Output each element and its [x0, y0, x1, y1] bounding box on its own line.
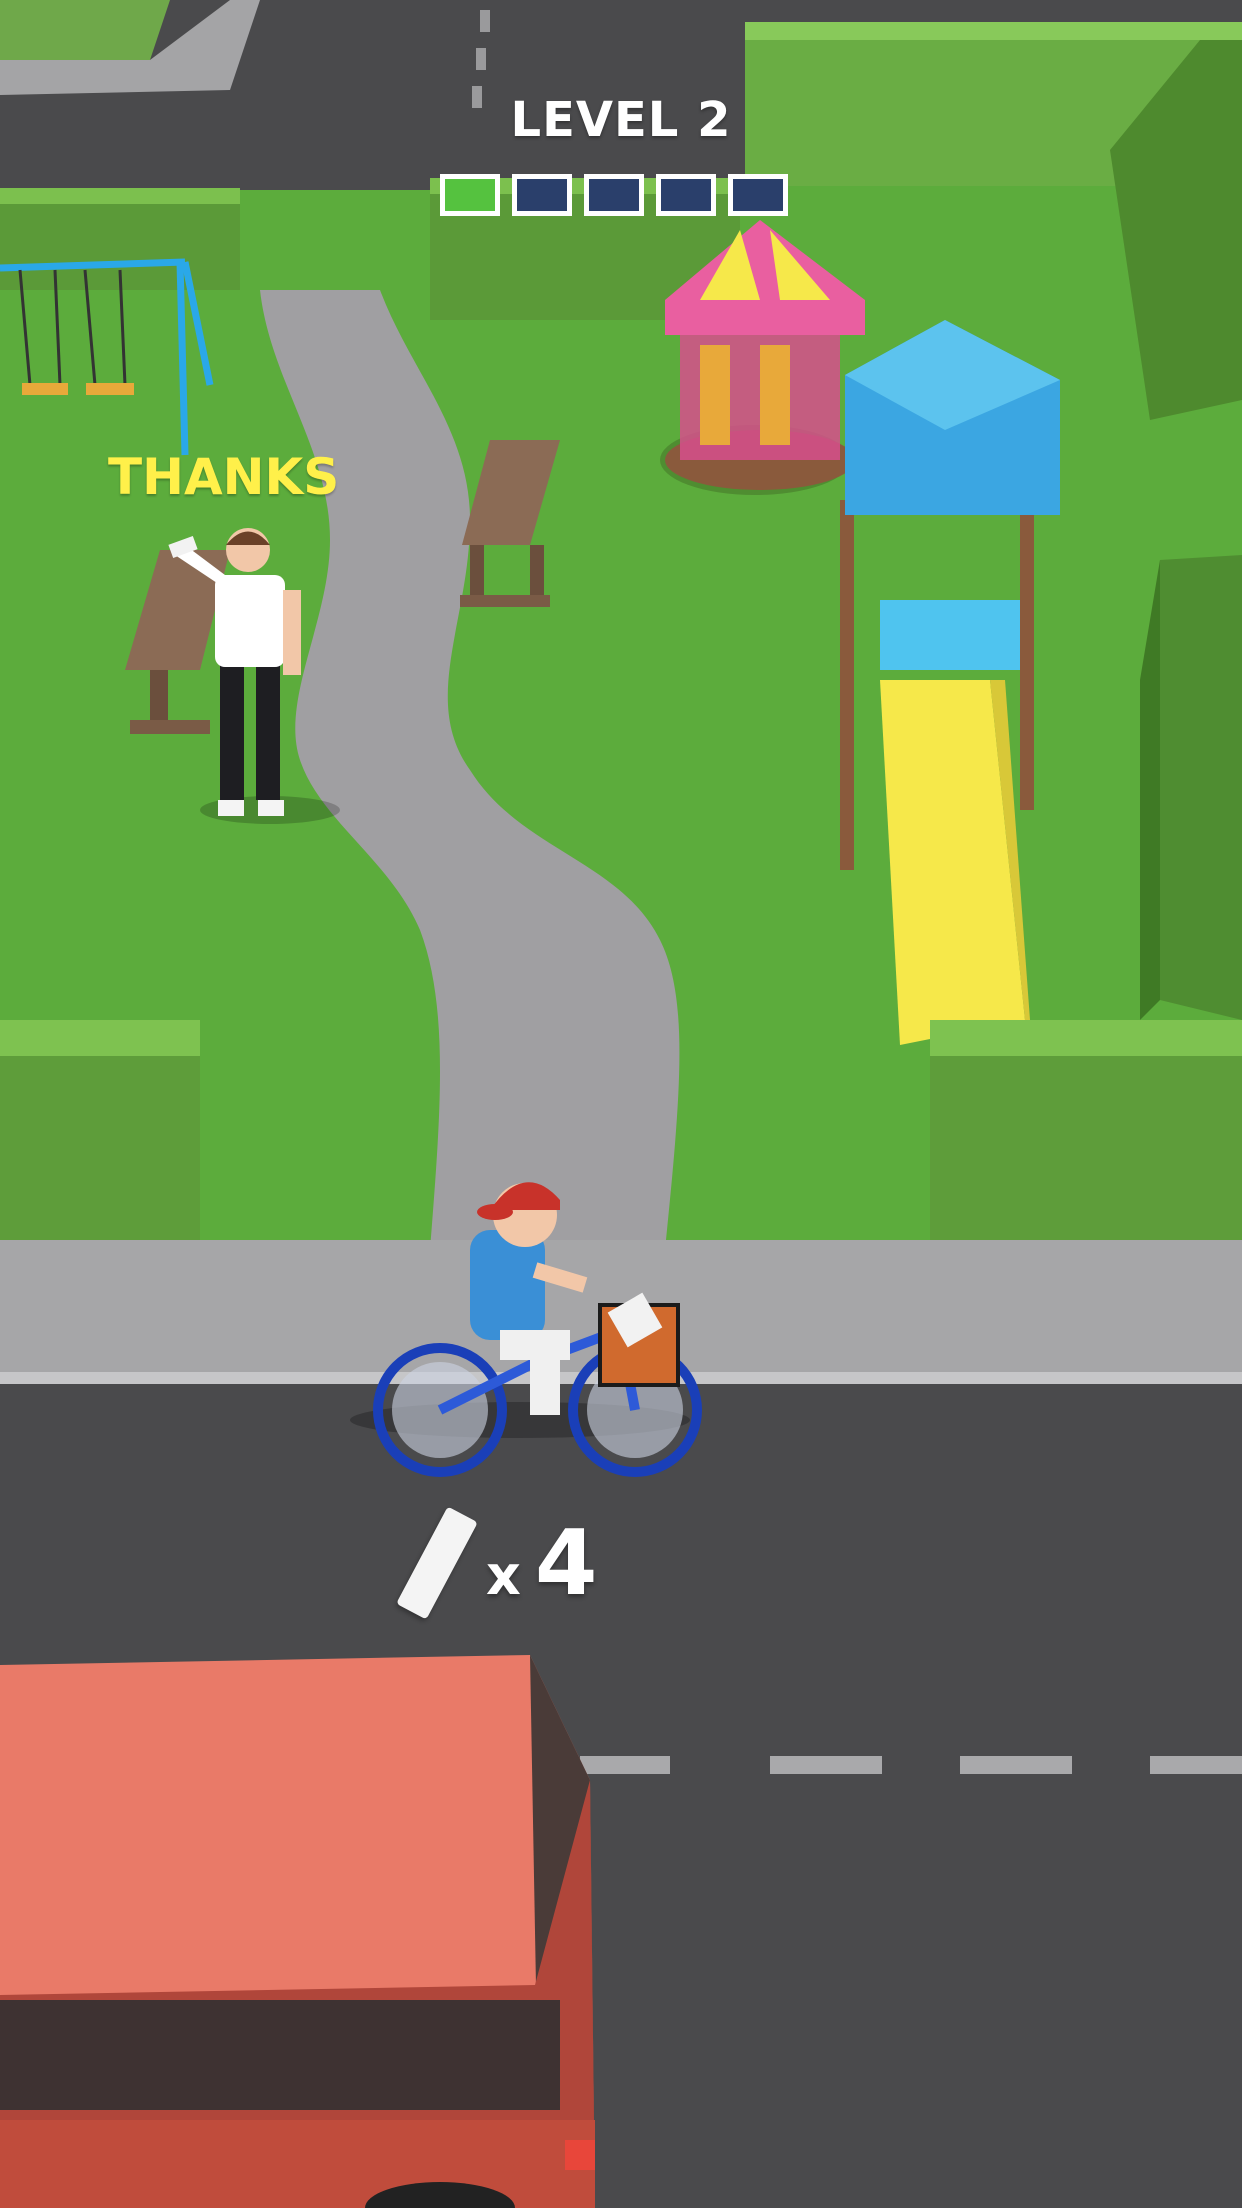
progress-segment: [728, 174, 788, 216]
newspaper-count: x 4: [396, 1506, 598, 1620]
level-progress: [440, 174, 788, 216]
progress-segment: [440, 174, 500, 216]
red-van: [0, 1655, 595, 2208]
game-screen[interactable]: LEVEL 2 THANKS x 4: [0, 0, 1242, 2208]
newspaper-count-value: 4: [534, 1510, 598, 1616]
progress-segment: [584, 174, 644, 216]
corner-hedge: [0, 0, 170, 60]
hedge-bottom-left: [0, 1020, 200, 1250]
multiplier-label: x: [486, 1543, 521, 1607]
progress-segment: [512, 174, 572, 216]
progress-segment: [656, 174, 716, 216]
hedge-right: [1140, 555, 1242, 1020]
game-scene[interactable]: [0, 0, 1242, 2208]
npc-thanks-message: THANKS: [108, 448, 340, 506]
hedge-bottom-right: [930, 1020, 1242, 1250]
level-label: LEVEL 2: [510, 92, 732, 148]
